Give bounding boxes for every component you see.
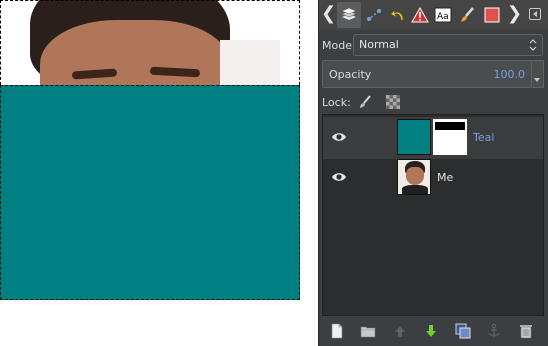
patterns-tab[interactable] <box>481 4 503 26</box>
svg-text:Aa: Aa <box>437 12 449 22</box>
tab-scroll-right-icon[interactable]: ❯ <box>507 3 522 27</box>
new-layer-group-icon[interactable] <box>360 323 376 339</box>
layer-name-teal[interactable]: Teal <box>473 131 494 144</box>
mode-value: Normal <box>359 38 399 51</box>
layer-row-teal[interactable]: Teal <box>323 117 543 159</box>
undo-history-tab[interactable] <box>387 4 409 26</box>
anchor-layer-icon[interactable] <box>486 323 502 339</box>
layer-name-me[interactable]: Me <box>437 171 453 184</box>
lower-layer-icon[interactable] <box>423 323 439 339</box>
brushes-tab[interactable] <box>456 4 478 26</box>
layer-thumbnail-me <box>397 159 431 195</box>
opacity-spin-button[interactable] <box>532 60 544 88</box>
raise-layer-icon[interactable] <box>392 323 408 339</box>
warning-triangle-icon <box>411 6 429 23</box>
new-layer-icon[interactable] <box>329 323 345 339</box>
mode-dropdown[interactable]: Normal <box>353 34 543 56</box>
layers-tab[interactable] <box>337 2 361 28</box>
lock-pixels-icon[interactable] <box>357 94 373 110</box>
delete-layer-icon[interactable] <box>518 323 534 339</box>
mode-label: Mode: <box>322 39 356 52</box>
undo-history-icon <box>390 9 404 21</box>
duplicate-layer-icon[interactable] <box>455 323 471 339</box>
layer-row-me[interactable]: Me <box>323 157 543 199</box>
channels-tab[interactable] <box>363 4 385 26</box>
mask-black-band <box>435 122 465 130</box>
brush-icon <box>461 7 474 22</box>
selection-outline <box>0 0 300 85</box>
thumb-shirt <box>402 185 428 194</box>
error-console-tab[interactable] <box>409 4 431 26</box>
teal-layer <box>0 85 300 300</box>
opacity-slider[interactable]: Opacity 100.0 <box>322 60 532 88</box>
layers-button-bar <box>319 316 548 346</box>
opacity-value: 100.0 <box>493 68 526 81</box>
updown-chevron-icon <box>529 39 537 51</box>
image-canvas[interactable] <box>0 0 318 346</box>
thumb-face <box>406 167 424 185</box>
layers-icon <box>341 7 357 20</box>
fonts-tab[interactable]: Aa <box>432 4 454 26</box>
dock-menu-button[interactable] <box>529 8 541 20</box>
layers-dock: ❮ Aa ❯ Mode: Normal Opacity 100.0 Lock: … <box>318 0 548 346</box>
layer-mask-thumbnail[interactable] <box>433 119 467 155</box>
layer-thumbnail-teal <box>397 119 431 155</box>
channels-icon <box>367 9 381 21</box>
lock-label: Lock: <box>322 96 351 109</box>
tab-scroll-left-icon[interactable]: ❮ <box>321 3 336 27</box>
lock-alpha-icon[interactable] <box>385 94 401 110</box>
eye-visibility-icon[interactable] <box>331 171 347 183</box>
opacity-label: Opacity <box>329 68 372 81</box>
dock-tab-bar: ❮ Aa ❯ <box>319 0 548 30</box>
gimp-window: ❮ Aa ❯ Mode: Normal Opacity 100.0 Lock: … <box>0 0 548 346</box>
layers-list: Teal Me <box>322 114 544 316</box>
fonts-icon: Aa <box>434 7 452 23</box>
pattern-icon <box>484 7 500 23</box>
eye-visibility-icon[interactable] <box>331 131 347 143</box>
